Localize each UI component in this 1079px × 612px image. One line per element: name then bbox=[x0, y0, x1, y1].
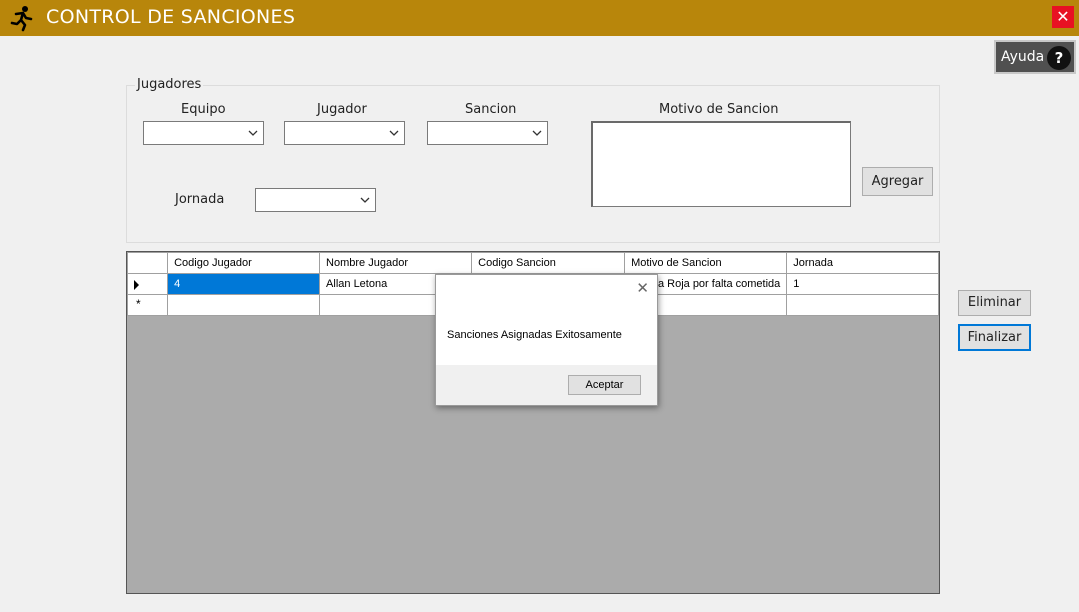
table-cell[interactable] bbox=[786, 294, 939, 316]
new-row-icon: * bbox=[136, 297, 141, 311]
motivo-textarea[interactable] bbox=[591, 121, 851, 207]
motivo-label: Motivo de Sancion bbox=[659, 102, 779, 117]
question-icon: ? bbox=[1047, 46, 1071, 70]
column-header[interactable]: Jornada bbox=[786, 252, 939, 274]
jugador-label: Jugador bbox=[317, 102, 367, 117]
window-title: CONTROL DE SANCIONES bbox=[46, 6, 296, 28]
table-cell[interactable]: 4 bbox=[167, 273, 321, 295]
column-header[interactable]: Codigo Jugador bbox=[167, 252, 321, 274]
help-label: Ayuda bbox=[1001, 49, 1045, 65]
jornada-combo[interactable] bbox=[255, 188, 376, 212]
column-header[interactable]: Motivo de Sancion bbox=[624, 252, 788, 274]
jornada-label: Jornada bbox=[175, 192, 225, 207]
title-bar: CONTROL DE SANCIONES ✕ bbox=[0, 0, 1079, 36]
table-cell[interactable] bbox=[167, 294, 321, 316]
chevron-down-icon bbox=[248, 130, 258, 136]
dialog-message: Sanciones Asignadas Exitosamente bbox=[447, 329, 622, 341]
dialog-footer: Aceptar bbox=[436, 365, 657, 405]
jugador-combo[interactable] bbox=[284, 121, 405, 145]
message-dialog: ✕ Sanciones Asignadas Exitosamente Acept… bbox=[435, 274, 658, 406]
chevron-down-icon bbox=[532, 130, 542, 136]
equipo-label: Equipo bbox=[181, 102, 226, 117]
chevron-down-icon bbox=[389, 130, 399, 136]
finalizar-button[interactable]: Finalizar bbox=[958, 324, 1031, 351]
running-player-icon bbox=[10, 6, 33, 32]
close-icon: ✕ bbox=[1056, 7, 1070, 26]
new-row-indicator[interactable]: * bbox=[126, 294, 169, 316]
equipo-combo[interactable] bbox=[143, 121, 264, 145]
close-button[interactable]: ✕ bbox=[1052, 6, 1074, 28]
eliminar-button[interactable]: Eliminar bbox=[958, 290, 1031, 316]
column-header[interactable]: Nombre Jugador bbox=[319, 252, 473, 274]
row-arrow-icon bbox=[134, 280, 139, 290]
current-row-indicator[interactable] bbox=[126, 273, 169, 295]
help-button[interactable]: Ayuda ? bbox=[994, 40, 1076, 74]
dialog-close-icon[interactable]: ✕ bbox=[636, 279, 649, 297]
chevron-down-icon bbox=[360, 197, 370, 203]
group-label: Jugadores bbox=[135, 77, 204, 92]
column-header[interactable]: Codigo Sancion bbox=[471, 252, 626, 274]
aceptar-button[interactable]: Aceptar bbox=[568, 375, 641, 395]
grid-header-row: Codigo Jugador Nombre Jugador Codigo San… bbox=[126, 252, 939, 274]
table-cell[interactable]: 1 bbox=[786, 273, 939, 295]
row-header-corner bbox=[126, 252, 169, 274]
agregar-button[interactable]: Agregar bbox=[862, 167, 933, 196]
sancion-label: Sancion bbox=[465, 102, 517, 117]
sancion-combo[interactable] bbox=[427, 121, 548, 145]
